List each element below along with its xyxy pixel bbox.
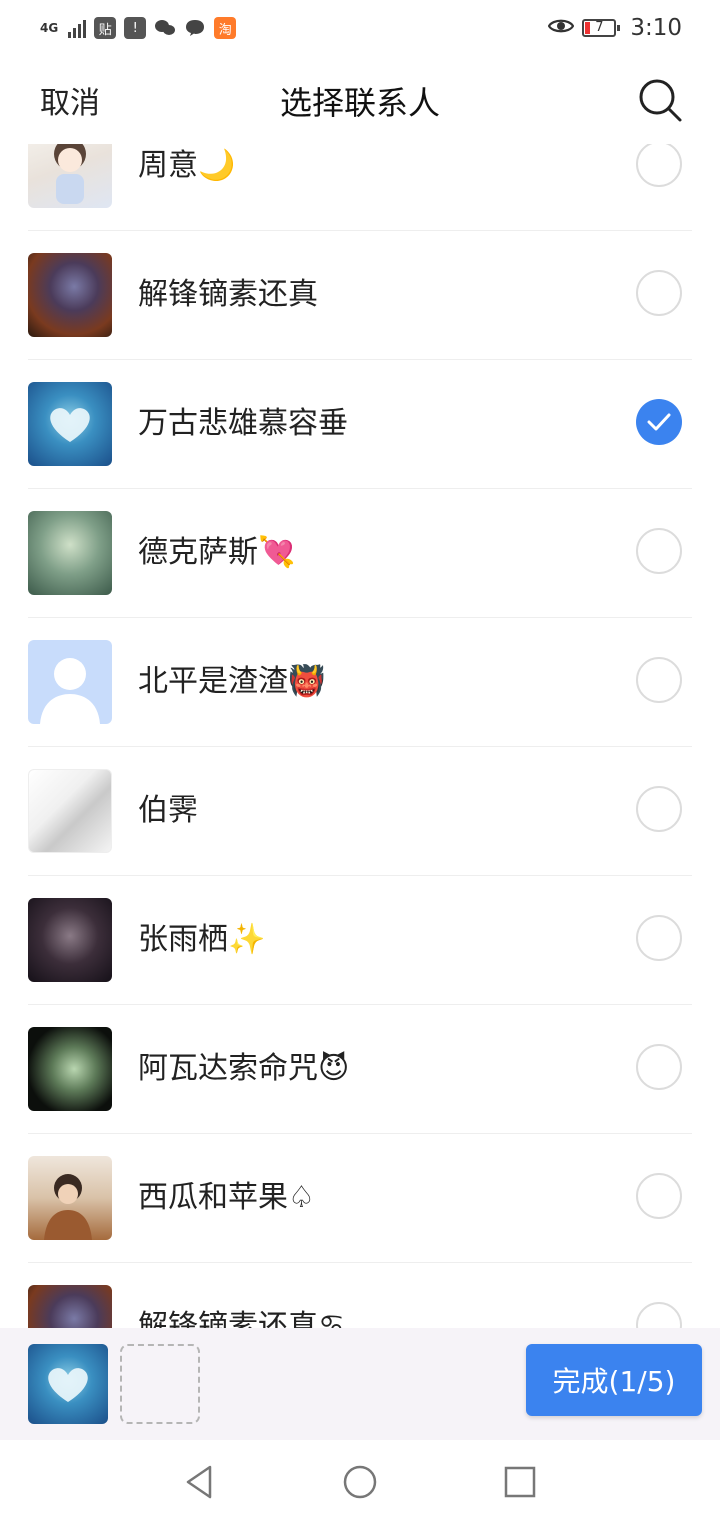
tieba-icon: 贴 (94, 17, 117, 39)
contact-row[interactable]: 万古悲雄慕容垂 (28, 360, 692, 489)
done-button[interactable]: 完成(1/5) (526, 1344, 702, 1416)
network-label: 4G (40, 21, 59, 35)
unchecked-radio[interactable] (636, 270, 682, 316)
wechat-icon (154, 17, 176, 39)
search-icon[interactable] (636, 76, 684, 124)
contact-row[interactable]: 伯霁 (28, 747, 692, 876)
contact-name: 解锋镝素还真♋ (138, 1309, 345, 1328)
contact-row[interactable]: 解锋镝素还真 (28, 231, 692, 360)
contact-row[interactable]: 西瓜和苹果♤ (28, 1134, 692, 1263)
contact-avatar (28, 769, 112, 853)
contact-avatar (28, 1027, 112, 1111)
selection-bar: 完成(1/5) (0, 1328, 720, 1440)
contact-avatar (28, 511, 112, 595)
eye-icon (548, 16, 575, 41)
navigation-bar (0, 1440, 720, 1520)
page-title: 选择联系人 (279, 84, 440, 122)
contact-name: 德克萨斯💘 (138, 535, 296, 570)
checked-radio[interactable] (636, 399, 682, 445)
home-nav-icon[interactable] (340, 1462, 380, 1502)
contact-avatar (28, 1156, 112, 1240)
contact-row[interactable]: 解锋镝素还真♋ (28, 1263, 692, 1328)
selected-avatar[interactable] (28, 1344, 108, 1424)
recents-nav-icon[interactable] (500, 1462, 540, 1502)
contact-row[interactable]: 阿瓦达索命咒😈 (28, 1005, 692, 1134)
unchecked-radio[interactable] (636, 657, 682, 703)
status-bar: 4G 贴 ! 淘 7 3:10 (0, 0, 720, 56)
unchecked-radio[interactable] (636, 144, 682, 187)
contact-name: 解锋镝素还真 (138, 277, 318, 312)
contact-list-inner: 周意🌙 解锋镝素还真 万古悲雄慕容垂 德克萨斯💘 北平是渣渣👹 伯霁张雨栖✨ 阿瓦达索命咒😈… (0, 144, 720, 1328)
unchecked-radio[interactable] (636, 1044, 682, 1090)
taobao-icon: 淘 (214, 17, 237, 39)
contact-name: 周意🌙 (138, 148, 236, 183)
contact-row[interactable]: 德克萨斯💘 (28, 489, 692, 618)
contact-avatar (28, 1285, 112, 1328)
checkmark-icon (647, 413, 671, 431)
clock: 3:10 (630, 15, 682, 41)
contact-avatar (28, 253, 112, 337)
contact-avatar (28, 144, 112, 208)
unchecked-radio[interactable] (636, 786, 682, 832)
contact-name: 伯霁 (138, 793, 198, 828)
contact-avatar (28, 382, 112, 466)
unchecked-radio[interactable] (636, 1302, 682, 1328)
contact-name: 北平是渣渣👹 (138, 664, 326, 699)
empty-selection-slot (120, 1344, 200, 1424)
status-right: 7 3:10 (548, 15, 682, 41)
contact-list[interactable]: 周意🌙 解锋镝素还真 万古悲雄慕容垂 德克萨斯💘 北平是渣渣👹 伯霁张雨栖✨ 阿瓦达索命咒😈… (0, 144, 720, 1328)
contact-name: 阿瓦达索命咒😈 (138, 1051, 350, 1086)
status-left: 4G 贴 ! 淘 (40, 17, 237, 39)
contact-name: 张雨栖✨ (138, 922, 266, 957)
signal-icon (68, 18, 87, 38)
contact-name: 万古悲雄慕容垂 (138, 406, 348, 441)
contact-row[interactable]: 张雨栖✨ (28, 876, 692, 1005)
battery-icon: 7 (582, 19, 621, 37)
back-nav-icon[interactable] (180, 1462, 220, 1502)
contact-avatar (28, 640, 112, 724)
contact-row[interactable]: 周意🌙 (28, 144, 692, 231)
unchecked-radio[interactable] (636, 915, 682, 961)
unchecked-radio[interactable] (636, 1173, 682, 1219)
header: 取消 选择联系人 (0, 56, 720, 144)
alert-icon: ! (124, 17, 147, 39)
battery-level: 7 (595, 20, 604, 35)
message-icon (184, 17, 206, 39)
unchecked-radio[interactable] (636, 528, 682, 574)
contact-name: 西瓜和苹果♤ (138, 1180, 315, 1215)
contact-avatar (28, 898, 112, 982)
contact-row[interactable]: 北平是渣渣👹 (28, 618, 692, 747)
